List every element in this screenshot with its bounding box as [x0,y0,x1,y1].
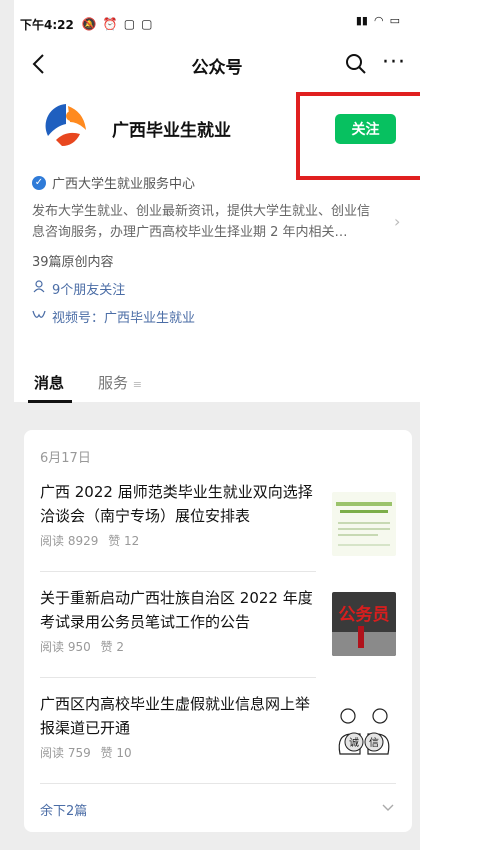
account-description[interactable]: 发布大学生就业、创业最新资讯，提供大学生就业、创业信息咨询服务，办理广西高校毕业… [32,201,382,243]
article-reads: 阅读 8929 [40,534,99,548]
article-thumbnail: 诚 信 [332,698,396,762]
article-item[interactable]: 广西区内高校毕业生虚假就业信息网上举报渠道已开通 阅读 759 赞 10 诚 信 [40,692,396,762]
article-thumbnail: 公务员 [332,592,396,656]
status-bar: 下午4:22 🔕 ⏰ ▢ ▢ ▮▮ ◠ ▭ [20,14,400,34]
chevron-down-icon[interactable] [382,800,394,816]
thumb-char-2: 信 [369,737,379,749]
friends-label: 9个朋友关注 [52,283,126,298]
divider [40,677,316,678]
account-name: 广西毕业生就业 [112,121,231,141]
app-icon: ▢ [123,17,136,31]
verified-row: ✓ 广西大学生就业服务中心 [32,173,195,192]
tab-bar: 消息 服务 ≡ [14,360,420,403]
article-title: 关于重新启动广西壮族自治区 2022 年度考试录用公务员笔试工作的公告 [40,589,313,631]
original-count: 39篇原创内容 [32,255,114,270]
tab-messages[interactable]: 消息 [34,372,64,393]
alarm-icon: ⏰ [102,17,118,31]
video-channel-label: 视频号：广西毕业生就业 [52,311,196,326]
article-thumbnail [332,492,396,556]
article-likes: 赞 2 [100,640,125,654]
nav-bar: 公众号 ··· [14,44,420,84]
article-reads: 阅读 759 [40,746,91,760]
person-icon [32,280,46,297]
remaining-articles-link[interactable]: 余下2篇 [40,800,87,819]
verified-badge-icon: ✓ [32,175,46,190]
tab-services[interactable]: 服务 ≡ [98,372,142,393]
video-channel-icon [32,309,46,325]
mute-icon: 🔕 [81,17,97,31]
article-likes: 赞 12 [108,534,140,548]
article-reads: 阅读 950 [40,640,91,654]
divider [40,783,396,784]
thumb-char-1: 诚 [349,737,359,749]
menu-icon: ≡ [132,378,143,391]
phone-screen: 下午4:22 🔕 ⏰ ▢ ▢ ▮▮ ◠ ▭ 公众号 ··· 广西毕业生就业 关注… [0,0,438,850]
status-time: 下午4:22 [20,17,74,32]
wifi-icon: ◠ [373,14,384,27]
article-item[interactable]: 关于重新启动广西壮族自治区 2022 年度考试录用公务员笔试工作的公告 阅读 9… [40,586,396,656]
thumb-caption: 公务员 [339,604,390,625]
message-card: 6月17日 广西 2022 届师范类毕业生就业双向选择洽谈会（南宁专场）展位安排… [24,430,412,832]
account-avatar[interactable] [40,100,92,152]
app-icon: ▢ [141,17,153,31]
article-item[interactable]: 广西 2022 届师范类毕业生就业双向选择洽谈会（南宁专场）展位安排表 阅读 8… [40,480,396,556]
verified-org: 广西大学生就业服务中心 [52,177,196,192]
active-tab-indicator [28,400,72,403]
article-title: 广西区内高校毕业生虚假就业信息网上举报渠道已开通 [40,695,311,737]
hd-signal-icon: ▮▮ [355,14,368,27]
article-title: 广西 2022 届师范类毕业生就业双向选择洽谈会（南宁专场）展位安排表 [40,483,313,525]
more-dots-icon[interactable]: ··· [382,50,406,75]
battery-icon: ▭ [389,14,400,27]
article-likes: 赞 10 [100,746,132,760]
video-channel-link[interactable]: 视频号：广西毕业生就业 [32,307,195,326]
friends-following[interactable]: 9个朋友关注 [32,279,125,298]
search-icon[interactable] [344,52,368,76]
message-date: 6月17日 [40,451,91,466]
blank-margin [420,0,494,850]
highlight-annotation-box [296,92,438,180]
divider [40,571,316,572]
chevron-right-icon[interactable]: › [394,212,400,231]
